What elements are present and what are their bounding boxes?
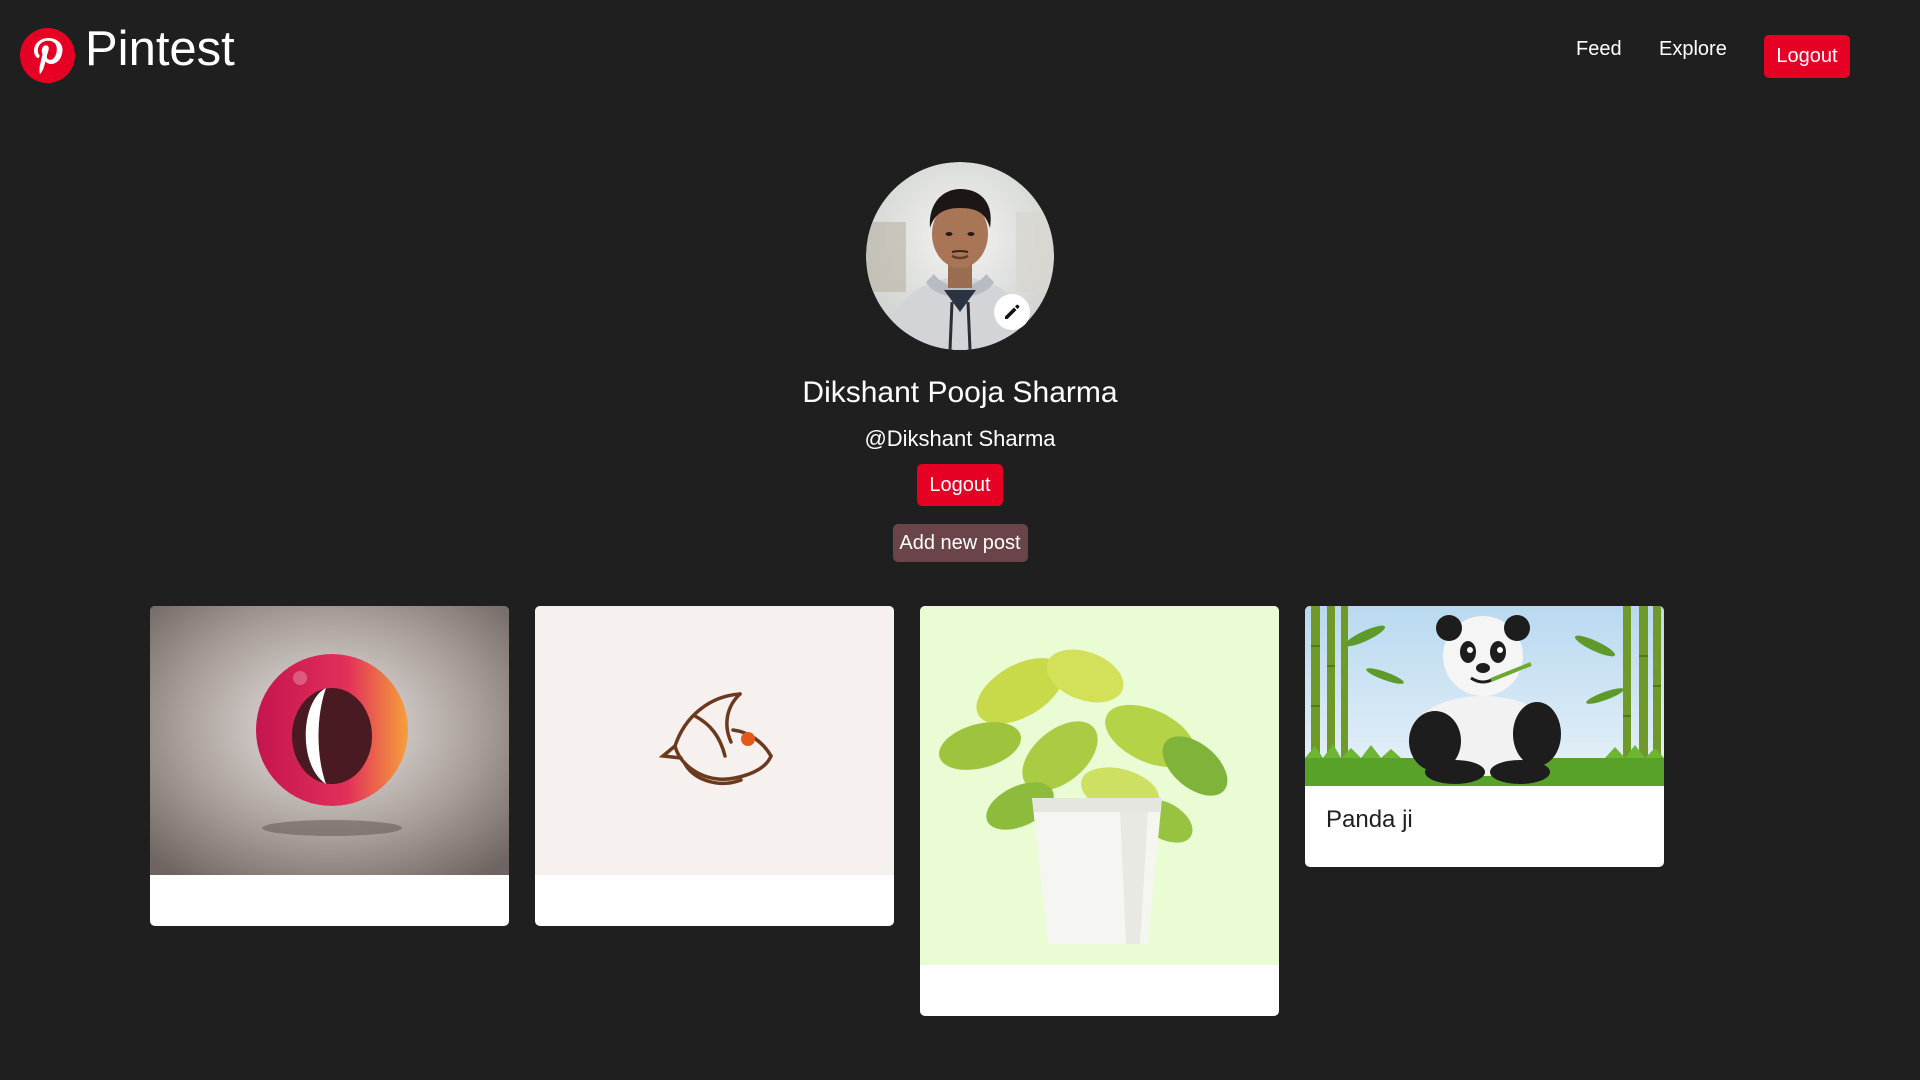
nav-links: Feed Explore Logout xyxy=(0,34,1920,84)
profile-handle: @Dikshant Sharma xyxy=(864,426,1056,451)
profile-name: Dikshant Pooja Sharma xyxy=(802,376,1118,409)
nav-explore-link[interactable]: Explore xyxy=(1659,38,1727,61)
post-image-panda xyxy=(1305,606,1664,786)
post-card[interactable] xyxy=(535,606,894,926)
post-image-bird-logo xyxy=(535,606,894,875)
pencil-icon xyxy=(1005,304,1020,319)
post-title xyxy=(920,965,1279,995)
post-title xyxy=(150,875,509,905)
profile-logout-button[interactable]: Logout xyxy=(917,464,1003,506)
post-card[interactable]: Panda ji xyxy=(1305,606,1664,867)
post-image-potted-plant xyxy=(920,606,1279,965)
add-new-post-button[interactable]: Add new post xyxy=(892,524,1028,562)
post-card[interactable] xyxy=(920,606,1279,1016)
nav-logout-button[interactable]: Logout xyxy=(1764,35,1850,78)
profile-section: Dikshant Pooja Sharma @Dikshant Sharma L… xyxy=(0,162,1920,562)
top-navbar: Pintest Feed Explore Logout xyxy=(0,0,1920,110)
post-card[interactable] xyxy=(150,606,509,926)
post-title: Panda ji xyxy=(1326,806,1413,833)
edit-avatar-button[interactable] xyxy=(994,294,1030,330)
post-title xyxy=(535,875,894,905)
nav-feed-link[interactable]: Feed xyxy=(1576,38,1622,61)
avatar-wrapper xyxy=(866,162,1054,350)
post-image-red-sphere xyxy=(150,606,509,875)
